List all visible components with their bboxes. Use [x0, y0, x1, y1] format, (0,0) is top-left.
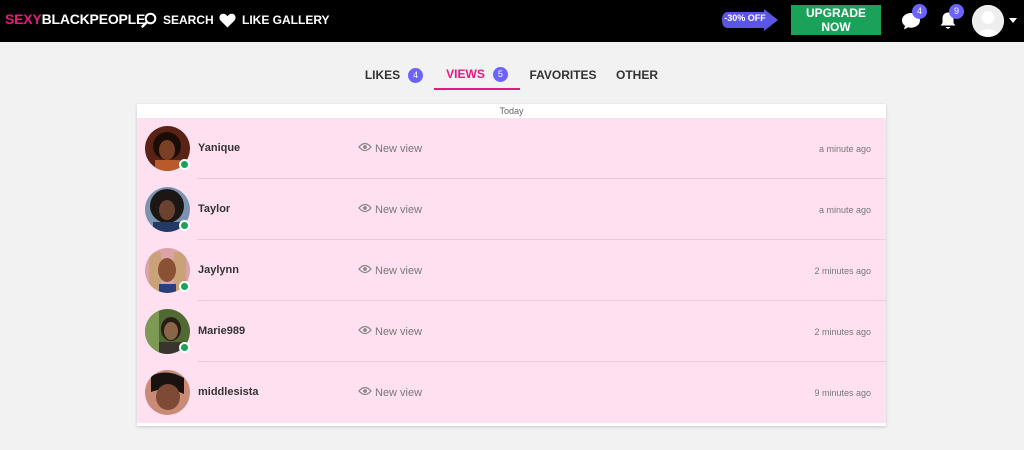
tab-views-count-badge: 5: [492, 66, 508, 82]
view-timestamp: 2 minutes ago: [814, 327, 871, 337]
discount-label: -30% OFF: [724, 13, 766, 23]
view-action: New view: [358, 203, 422, 216]
view-timestamp: 9 minutes ago: [814, 388, 871, 398]
profile-dropdown-caret-icon[interactable]: [1009, 18, 1017, 23]
user-avatar[interactable]: [145, 370, 190, 415]
messages-count-badge: 4: [912, 4, 927, 19]
view-timestamp: a minute ago: [818, 144, 871, 154]
online-status-indicator: [179, 281, 190, 292]
tab-favorites[interactable]: FAVORITES: [528, 60, 598, 90]
list-item[interactable]: middlesista New view 9 minutes ago: [137, 362, 886, 423]
view-timestamp: 2 minutes ago: [814, 266, 871, 276]
date-group-header: Today: [137, 104, 886, 118]
view-action-label: New view: [375, 386, 423, 399]
tab-other[interactable]: OTHER: [612, 60, 662, 90]
username[interactable]: Jaylynn: [198, 264, 239, 276]
tab-likes-count-badge: 4: [408, 67, 424, 83]
like-gallery-nav-label: LIKE GALLERY: [242, 13, 330, 27]
eye-icon: [358, 264, 372, 277]
view-action: New view: [358, 325, 422, 338]
notifications-button[interactable]: 9: [938, 4, 964, 31]
eye-icon: [358, 203, 372, 216]
search-nav-label: SEARCH: [163, 13, 214, 27]
view-action: New view: [358, 142, 422, 155]
site-logo[interactable]: SEXYBLACKPEOPLE: [5, 11, 145, 27]
online-status-indicator: [179, 159, 190, 170]
logo-text-sexy: SEXY: [5, 11, 42, 27]
upgrade-now-button[interactable]: UPGRADE NOW: [791, 5, 881, 35]
messages-button[interactable]: 4: [901, 4, 927, 31]
view-action: New view: [358, 264, 422, 277]
tab-views[interactable]: VIEWS 5: [434, 60, 520, 90]
tab-favorites-label: FAVORITES: [529, 68, 597, 82]
tab-views-label: VIEWS: [446, 67, 485, 81]
online-status-indicator: [179, 220, 190, 231]
discount-promo-arrow[interactable]: -30% OFF: [722, 9, 778, 31]
list-item[interactable]: Yanique New view a minute ago: [137, 118, 886, 179]
list-item[interactable]: Marie989 New view 2 minutes ago: [137, 301, 886, 362]
logo-text-blackpeople: BLACKPEOPLE: [41, 11, 146, 27]
username[interactable]: Yanique: [198, 142, 240, 154]
view-action: New view: [358, 386, 422, 399]
views-list-panel: Today Yanique New view a minute ago Tayl…: [137, 104, 886, 426]
search-nav-link[interactable]: SEARCH: [141, 11, 214, 29]
eye-icon: [358, 142, 372, 155]
eye-icon: [358, 386, 372, 399]
activity-tabs: LIKES 4 VIEWS 5 FAVORITES OTHER: [0, 60, 1024, 90]
tab-likes-label: LIKES: [364, 68, 401, 82]
list-item[interactable]: Taylor New view a minute ago: [137, 179, 886, 240]
top-navbar: SEXYBLACKPEOPLE SEARCH LIKE GALLERY -30%…: [0, 0, 1024, 42]
eye-icon: [358, 325, 372, 338]
user-profile-avatar[interactable]: [972, 5, 1004, 37]
online-status-indicator: [179, 342, 190, 353]
username[interactable]: Marie989: [198, 325, 245, 337]
tab-other-label: OTHER: [616, 68, 658, 82]
view-action-label: New view: [375, 203, 423, 216]
default-avatar-icon: [972, 5, 1004, 37]
username[interactable]: middlesista: [198, 386, 259, 398]
like-gallery-nav-link[interactable]: LIKE GALLERY: [219, 11, 330, 29]
view-action-label: New view: [375, 325, 423, 338]
search-icon: [141, 12, 157, 28]
tab-likes[interactable]: LIKES 4: [360, 60, 428, 90]
notifications-count-badge: 9: [949, 4, 964, 19]
view-action-label: New view: [375, 264, 423, 277]
view-timestamp: a minute ago: [818, 205, 871, 215]
view-action-label: New view: [375, 142, 423, 155]
list-item[interactable]: Jaylynn New view 2 minutes ago: [137, 240, 886, 301]
username[interactable]: Taylor: [198, 203, 230, 215]
heart-icon: [219, 13, 236, 28]
